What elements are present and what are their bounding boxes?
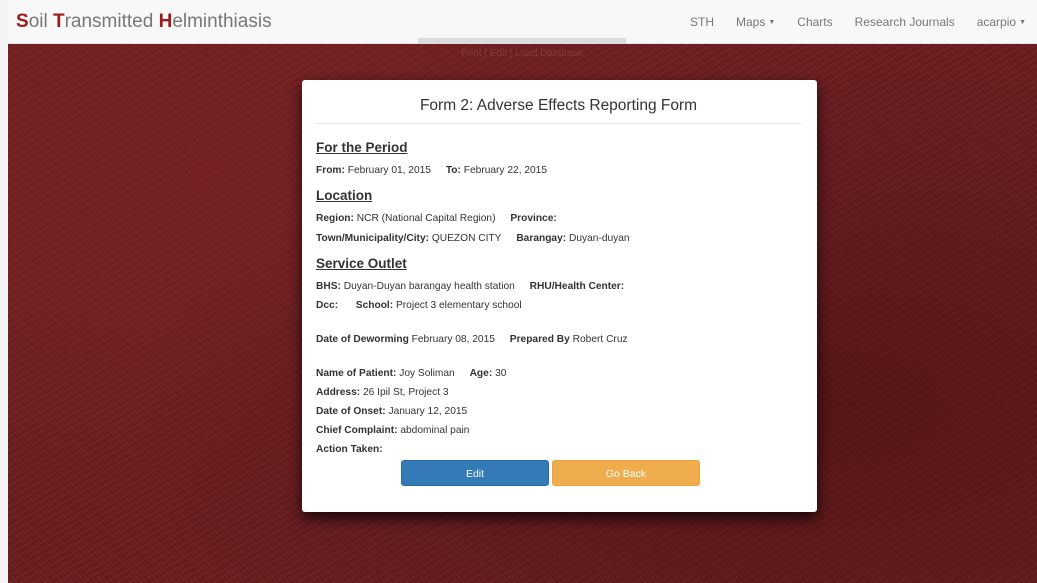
address-row: Address: 26 Ipil St, Project 3 xyxy=(316,387,449,398)
section-heading-outlet: Service Outlet xyxy=(316,256,407,271)
period-row: From: February 01, 2015 To: February 22,… xyxy=(316,165,547,176)
onset-row: Date of Onset: January 12, 2015 xyxy=(316,406,467,417)
school-label: School: xyxy=(355,300,394,311)
brand-letter-h: H xyxy=(158,11,173,32)
section-heading-location: Location xyxy=(316,188,373,203)
brand-logo[interactable]: Soil Transmitted Helminthiasis xyxy=(16,11,272,33)
town-value: QUEZON CITY xyxy=(431,233,502,244)
nav-item-charts[interactable]: Charts xyxy=(786,15,843,29)
section-heading-period: For the Period xyxy=(316,140,408,155)
action-row: Action Taken: xyxy=(316,444,383,455)
patient-name-label: Name of Patient: xyxy=(316,368,397,379)
rhu-label: RHU/Health Center: xyxy=(529,281,625,292)
brand-text-3: elminthiasis xyxy=(172,11,272,32)
age-label: Age: xyxy=(469,368,493,379)
page-title: Form 2: Adverse Effects Reporting Form xyxy=(316,97,801,124)
onset-label: Date of Onset: xyxy=(316,406,386,417)
from-label: From: xyxy=(316,165,345,176)
region-row: Region: NCR (National Capital Region) Pr… xyxy=(316,213,557,224)
prepared-by-value: Robert Cruz xyxy=(572,334,628,345)
region-value: NCR (National Capital Region) xyxy=(356,213,496,224)
to-label: To: xyxy=(445,165,461,176)
brand-letter-t: T xyxy=(52,11,65,32)
brand-text-1: oil xyxy=(28,11,53,32)
town-row: Town/Municipality/City: QUEZON CITY Bara… xyxy=(316,233,630,244)
age-value: 30 xyxy=(495,368,507,379)
go-back-button[interactable]: Go Back xyxy=(552,460,700,486)
report-card: Form 2: Adverse Effects Reporting Form F… xyxy=(302,80,817,512)
deworming-date-value: February 08, 2015 xyxy=(411,334,495,345)
from-value: February 01, 2015 xyxy=(347,165,431,176)
left-edge-strip xyxy=(0,0,8,583)
complaint-row: Chief Complaint: abdominal pain xyxy=(316,425,469,436)
onset-value: January 12, 2015 xyxy=(388,406,468,417)
bhs-row: BHS: Duyan-Duyan barangay health station… xyxy=(316,281,624,292)
province-label: Province: xyxy=(510,213,557,224)
school-row: Dcc: School: Project 3 elementary school xyxy=(316,300,522,311)
bhs-value: Duyan-Duyan barangay health station xyxy=(343,281,515,292)
address-label: Address: xyxy=(316,387,361,398)
address-value: 26 Ipil St, Project 3 xyxy=(363,387,449,398)
deworming-date-label: Date of Deworming xyxy=(316,334,409,345)
to-value: February 22, 2015 xyxy=(463,165,548,176)
bhs-label: BHS: xyxy=(316,281,341,292)
school-value: Project 3 elementary school xyxy=(395,300,522,311)
region-label: Region: xyxy=(316,213,354,224)
user-name: acarpio xyxy=(976,15,1017,29)
barangay-label: Barangay: xyxy=(516,233,567,244)
nav-item-maps-label: Maps xyxy=(736,15,766,29)
prepared-by-label: Prepared By xyxy=(509,334,570,345)
brand-letter-s: S xyxy=(16,11,29,32)
caret-down-icon: ▼ xyxy=(768,18,776,26)
caret-down-icon: ▼ xyxy=(1019,18,1026,26)
patient-name-value: Joy Soliman xyxy=(399,368,455,379)
dcc-label: Dcc: xyxy=(316,300,339,311)
nav-item-user[interactable]: acarpio ▼ xyxy=(966,15,1037,29)
nav-item-sth[interactable]: STH xyxy=(679,15,725,29)
deworming-row: Date of Deworming February 08, 2015 Prep… xyxy=(316,334,628,345)
complaint-label: Chief Complaint: xyxy=(316,425,398,436)
nav-item-maps[interactable]: Maps ▼ xyxy=(725,15,786,29)
brand-text-2: ransmitted xyxy=(64,11,159,32)
patient-row: Name of Patient: Joy Soliman Age: 30 xyxy=(316,368,506,379)
edit-button[interactable]: Edit xyxy=(401,460,549,486)
barangay-value: Duyan-duyan xyxy=(569,233,630,244)
town-label: Town/Municipality/City: xyxy=(316,233,430,244)
nav-item-research-journals[interactable]: Research Journals xyxy=(844,15,966,29)
nav-menu: STH Maps ▼ Charts Research Journals acarp… xyxy=(679,0,1037,44)
subbar-links[interactable]: Print | Edit | Load Database xyxy=(418,44,626,64)
action-label: Action Taken: xyxy=(316,444,383,455)
complaint-value: abdominal pain xyxy=(400,425,470,436)
